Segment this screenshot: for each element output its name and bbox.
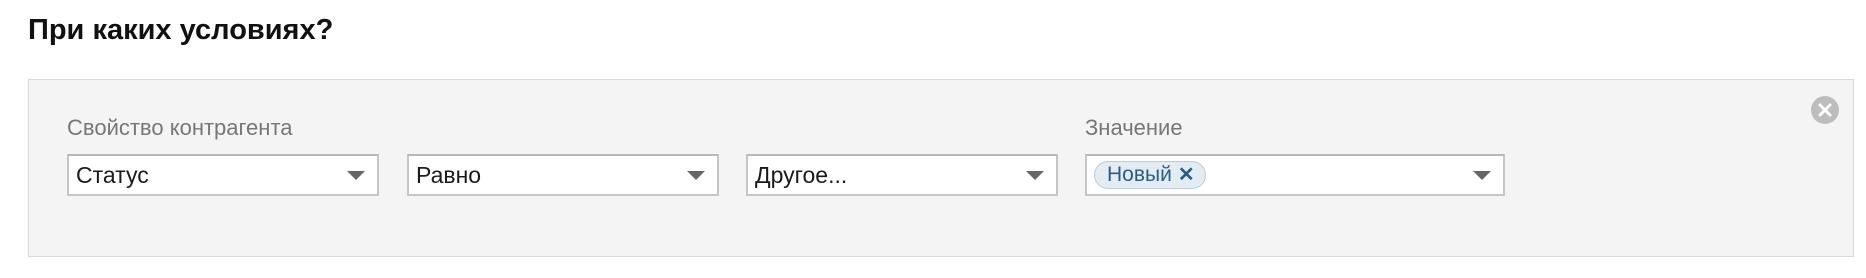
property-select-value: Статус <box>76 161 149 188</box>
operator-select[interactable]: Равно <box>407 154 719 196</box>
property-label: Свойство контрагента <box>67 115 293 140</box>
close-circle-icon[interactable] <box>1811 96 1839 124</box>
value-tag-label: Новый <box>1107 163 1172 186</box>
value-tag: Новый ✕ <box>1094 161 1206 189</box>
chevron-down-icon <box>687 171 705 180</box>
value-label: Значение <box>1085 115 1183 140</box>
condition-panel: Свойство контрагента Значение Статус Рав… <box>28 79 1854 257</box>
chevron-down-icon <box>1473 171 1491 180</box>
tag-remove-icon[interactable]: ✕ <box>1178 165 1195 185</box>
value-select[interactable]: Новый ✕ <box>1085 154 1505 196</box>
chevron-down-icon <box>1026 171 1044 180</box>
operator-select-value: Равно <box>416 161 482 188</box>
close-glyph <box>1818 103 1832 117</box>
extra-select[interactable]: Другое... <box>746 154 1058 196</box>
extra-select-value: Другое... <box>755 161 848 188</box>
property-select[interactable]: Статус <box>67 154 379 196</box>
chevron-down-icon <box>347 171 365 180</box>
page-title: При каких условиях? <box>28 14 334 46</box>
